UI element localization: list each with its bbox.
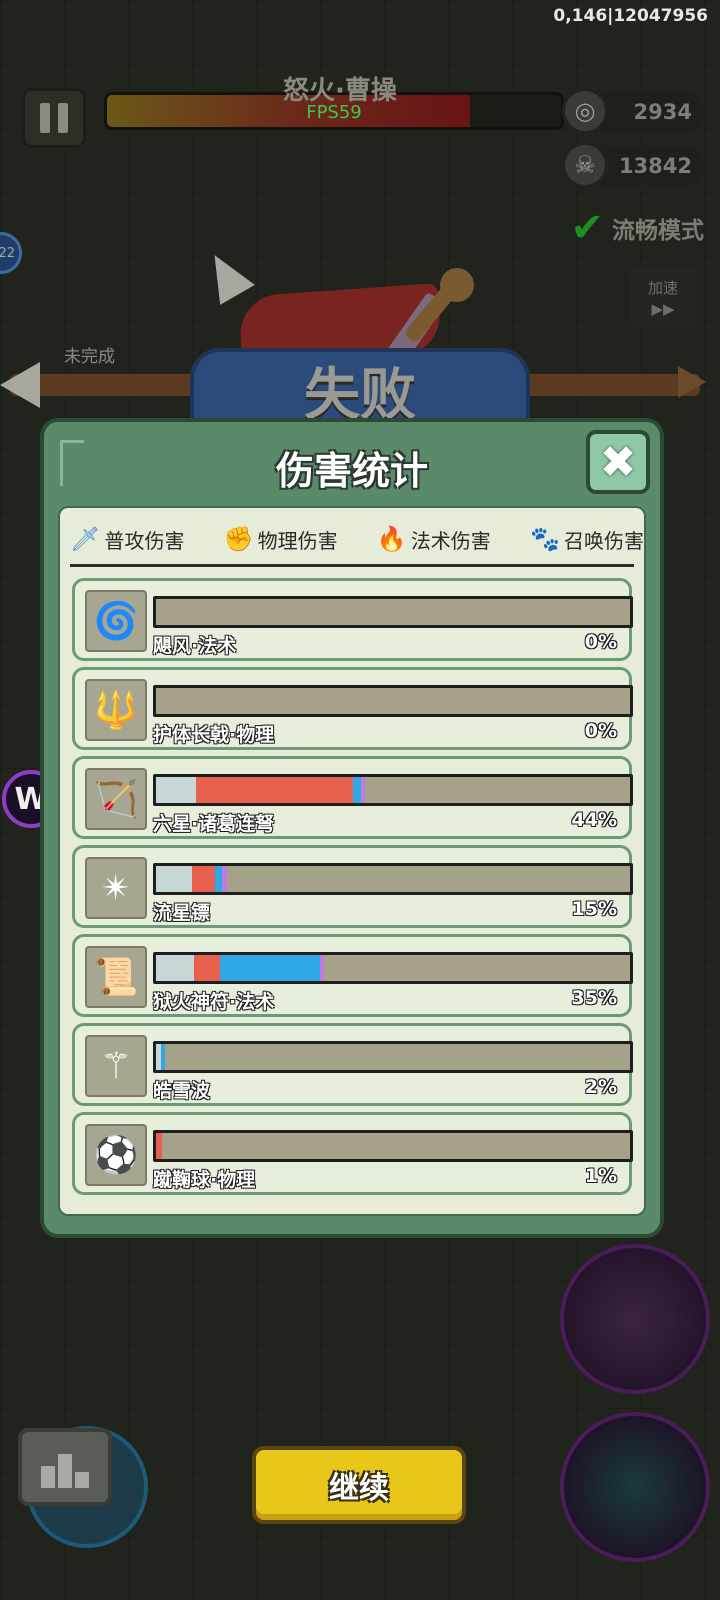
skill-orb-lower-right[interactable]	[560, 1412, 710, 1562]
weapon-row: ✴ 流星镖 15%	[72, 845, 633, 928]
damage-percent: 35%	[571, 987, 617, 1009]
damage-percent: 2%	[584, 1076, 617, 1098]
kill-value: 13842	[618, 154, 692, 178]
legend-label: 物理伤害	[257, 528, 338, 553]
coin-value: 2934	[633, 100, 692, 124]
check-icon: ✔	[570, 205, 604, 251]
debug-readout: 0,146|12047956	[553, 6, 708, 26]
damage-bar	[153, 1041, 633, 1073]
damage-segment-magic	[160, 1044, 165, 1070]
pole-tip-left	[0, 362, 40, 408]
weapon-name: 皓雪波	[153, 1080, 211, 1102]
close-button[interactable]: ✖	[586, 430, 650, 494]
panel-body: 🗡 普攻伤害 ✊ 物理伤害 🔥 法术伤害 🐾 召唤伤害 🌀 飓风·法术 0% 🔱 护体长戟·物理 0% 🏹…	[58, 506, 646, 1216]
paw-icon: 🐾	[530, 525, 560, 553]
close-icon: ✖	[599, 436, 637, 488]
fast-forward-icon: ▶▶	[651, 299, 675, 318]
damage-type-legend: 🗡 普攻伤害 ✊ 物理伤害 🔥 法术伤害 🐾 召唤伤害	[70, 516, 644, 562]
weapon-name: 六星·诸葛连弩	[153, 813, 275, 835]
legend-item-2: 🔥 法术伤害	[377, 525, 491, 554]
damage-percent: 15%	[571, 898, 617, 920]
legend-item-0: 🗡 普攻伤害	[70, 525, 184, 554]
legend-label: 普攻伤害	[104, 528, 185, 553]
damage-segment-summon	[319, 955, 325, 981]
legend-divider	[70, 564, 634, 567]
damage-bar	[153, 863, 633, 895]
weapon-damage-list: 🌀 飓风·法术 0% 🔱 护体长戟·物理 0% 🏹 六星·诸葛连弩 44% ✴ 流星镖 15% 📜 狱火神…	[72, 578, 633, 1201]
damage-segment-physical	[196, 777, 353, 803]
weapon-name: 流星镖	[153, 902, 211, 924]
tornado-icon: 🌀	[85, 590, 147, 652]
weapon-row: 📜 狱火神符·法术 35%	[72, 934, 633, 1017]
damage-segment-summon	[361, 777, 365, 803]
damage-segment-physical	[193, 955, 220, 981]
weapon-name: 飓风·法术	[153, 635, 237, 657]
shuriken-icon: ✴	[85, 857, 147, 919]
sword-pommel	[440, 268, 474, 302]
podium-icon	[41, 1466, 55, 1488]
crossbow-icon: 🏹	[85, 768, 147, 830]
damage-bar	[153, 685, 633, 717]
kill-counter: ☠ 13842	[562, 142, 704, 188]
speed-label: 加速	[647, 278, 678, 297]
smooth-mode-label: 流畅模式	[612, 218, 704, 244]
damage-segment-normal	[156, 955, 194, 981]
weapon-row: 🔱 护体长戟·物理 0%	[72, 667, 633, 750]
panel-title: 伤害统计	[275, 449, 428, 493]
weapon-row: ⚽ 蹴鞠球·物理 1%	[72, 1112, 633, 1195]
damage-bar	[153, 774, 633, 806]
weapon-name: 蹴鞠球·物理	[153, 1169, 256, 1191]
weapon-row: 🌀 飓风·法术 0%	[72, 578, 633, 661]
weapon-name: 狱火神符·法术	[153, 991, 275, 1013]
damage-segment-summon	[222, 866, 228, 892]
damage-segment-normal	[156, 777, 197, 803]
skull-icon: ☠	[562, 142, 608, 188]
incomplete-label: 未完成	[64, 347, 115, 367]
damage-segment-physical	[156, 1133, 162, 1159]
damage-segment-magic	[219, 955, 320, 981]
damage-percent: 44%	[571, 809, 617, 831]
ball-icon: ⚽	[85, 1124, 147, 1186]
scepter-icon: ⚚	[85, 1035, 147, 1097]
coin-counter: ◎ 2934	[562, 88, 704, 134]
flame-icon: 🔥	[376, 525, 407, 553]
damage-stats-panel: 伤害统计 ✖ 🗡 普攻伤害 ✊ 物理伤害 🔥 法术伤害 🐾 召唤伤害 🌀 飓风·法术 0% 🔱 护体长…	[40, 418, 664, 1238]
rune-icon: 📜	[85, 946, 147, 1008]
legend-label: 法术伤害	[410, 528, 491, 553]
damage-bar	[153, 952, 633, 984]
damage-bar	[153, 596, 633, 628]
smooth-mode-toggle[interactable]: ✔ 流畅模式	[570, 208, 704, 248]
fps-counter: FPS59	[306, 102, 362, 123]
sword-icon: 🗡	[70, 525, 101, 553]
ranking-button[interactable]	[18, 1428, 112, 1506]
fist-icon: ✊	[223, 525, 254, 553]
damage-percent: 0%	[584, 631, 617, 653]
continue-button[interactable]: 继续	[252, 1446, 466, 1524]
pause-button[interactable]	[22, 88, 86, 148]
halberd-icon: 🔱	[85, 679, 147, 741]
pause-icon	[40, 103, 50, 133]
coin-icon: ◎	[562, 88, 608, 134]
speed-up-button[interactable]: 加速 ▶▶	[630, 266, 696, 328]
weapon-row: ⚚ 皓雪波 2%	[72, 1023, 633, 1106]
damage-bar	[153, 1130, 633, 1162]
damage-percent: 1%	[584, 1165, 617, 1187]
legend-item-1: ✊ 物理伤害	[224, 525, 338, 554]
weapon-name: 护体长戟·物理	[153, 724, 275, 746]
damage-segment-physical	[191, 866, 216, 892]
damage-percent: 0%	[584, 720, 617, 742]
legend-label: 召唤伤害	[563, 528, 644, 553]
damage-segment-magic	[352, 777, 362, 803]
skill-orb-upper-right[interactable]	[560, 1244, 710, 1394]
legend-item-3: 🐾 召唤伤害	[530, 525, 644, 554]
damage-segment-normal	[156, 866, 192, 892]
damage-segment-magic	[215, 866, 223, 892]
pole-tip-right	[678, 366, 706, 398]
weapon-row: 🏹 六星·诸葛连弩 44%	[72, 756, 633, 839]
